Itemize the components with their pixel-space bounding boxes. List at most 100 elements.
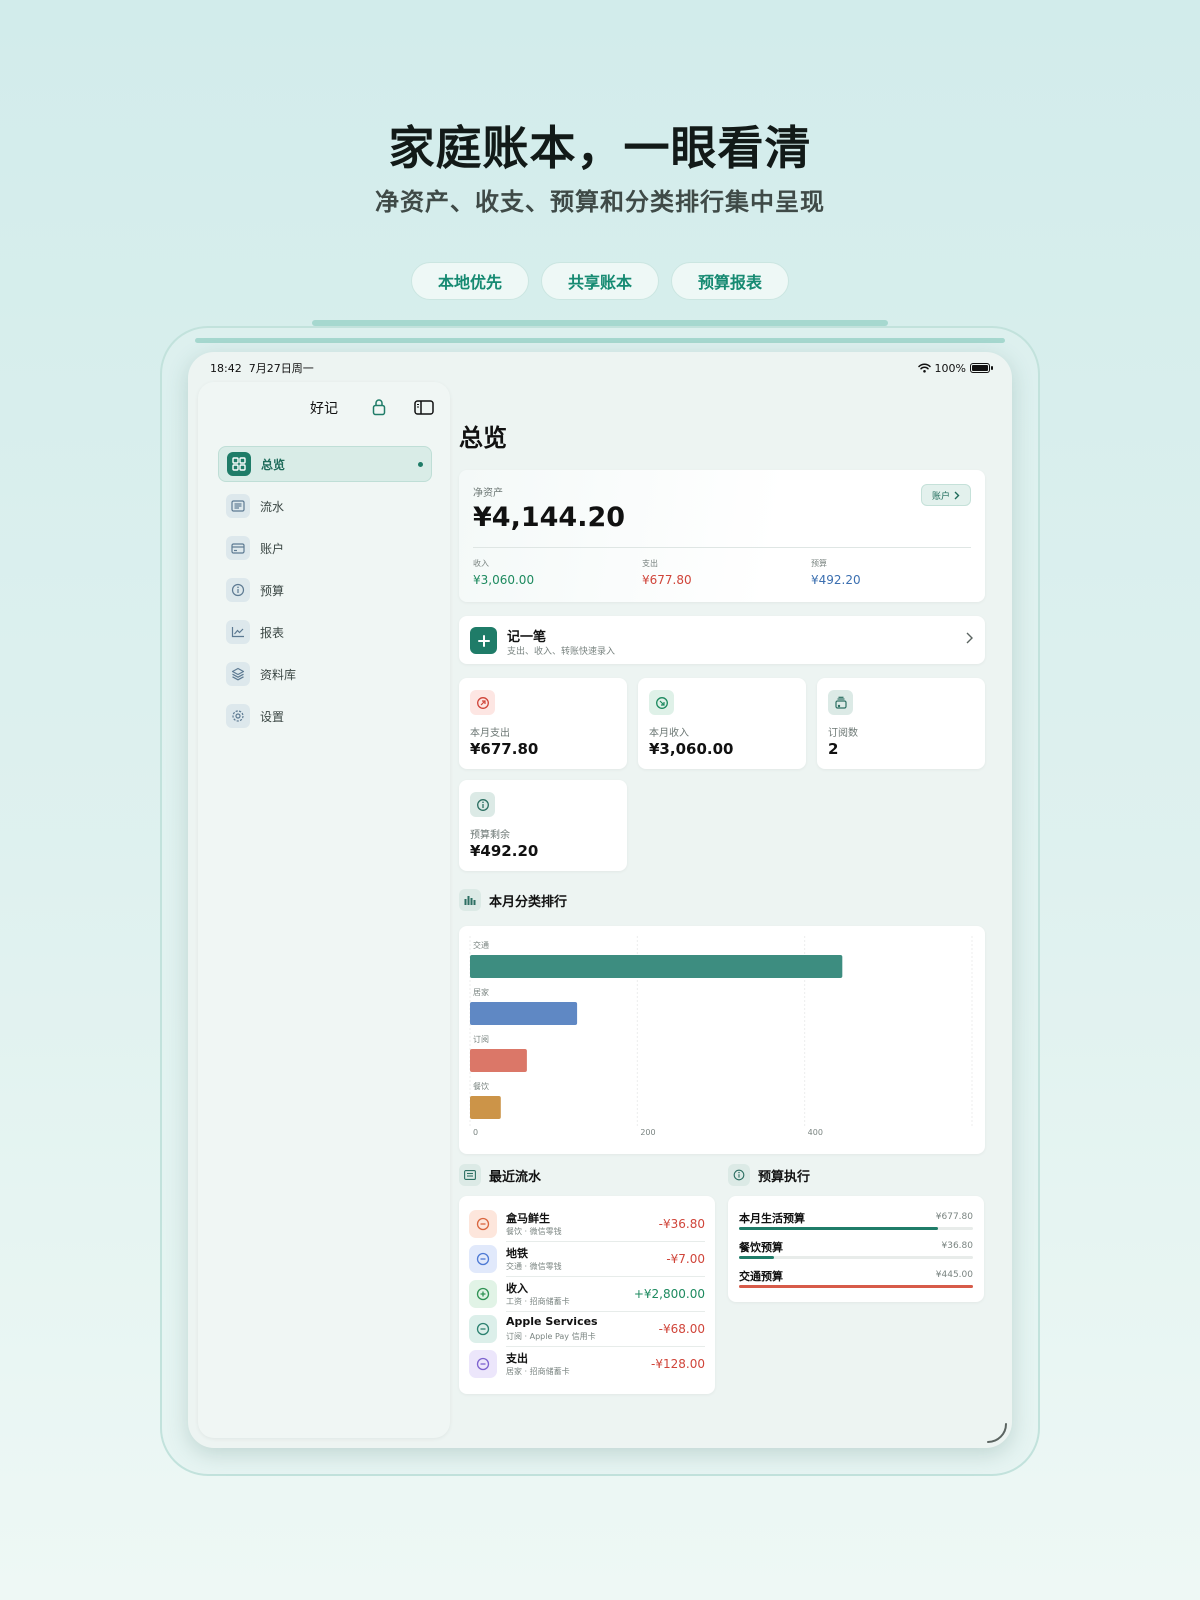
stat-card-subscriptions[interactable]: 订阅数 2 <box>817 678 985 769</box>
sidebar: 好记 总览 流水 账户 预算 报表 资料库 设置 <box>198 382 450 1438</box>
battery-icon <box>970 363 993 373</box>
minus-circle-icon <box>469 1245 497 1273</box>
sidebar-item-overview[interactable]: 总览 <box>218 446 432 482</box>
transaction-row[interactable]: Apple Services 订阅 · Apple Pay 信用卡 -¥68.0… <box>469 1313 705 1347</box>
page-title: 总览 <box>459 424 507 452</box>
list-icon <box>459 1164 481 1186</box>
stat-card-month-expense[interactable]: 本月支出 ¥677.80 <box>459 678 627 769</box>
sidebar-item-settings[interactable]: 设置 <box>218 698 432 734</box>
expense-value: ¥677.80 <box>642 573 692 587</box>
budget-value: ¥492.20 <box>811 573 861 587</box>
sidebar-item-accounts[interactable]: 账户 <box>218 530 432 566</box>
stat-value: ¥677.80 <box>470 740 539 758</box>
budget-progress-fill <box>739 1285 973 1288</box>
x-tick-label: 0 <box>473 1128 478 1137</box>
accounts-button[interactable]: 账户 <box>921 484 971 506</box>
transaction-row[interactable]: 收入 工资 · 招商储蓄卡 +¥2,800.00 <box>469 1278 705 1312</box>
recent-title: 最近流水 <box>489 1169 542 1185</box>
quick-entry-button[interactable]: 记一笔 支出、收入、转账快速录入 <box>459 616 985 664</box>
gauge-icon <box>470 792 495 817</box>
transaction-title: 支出 <box>506 1352 528 1365</box>
status-date: 7月27日周一 <box>248 362 314 375</box>
budget-progress-track <box>739 1256 973 1259</box>
battery-percent: 100% <box>934 361 966 375</box>
sidebar-item-reports[interactable]: 报表 <box>218 614 432 650</box>
sidebar-item-transactions[interactable]: 流水 <box>218 488 432 524</box>
tablet-screen: 18:42 7月27日周一 100% 好记 总览 流水 账户 预算 报表 资料库… <box>188 352 1012 1448</box>
pill-local-first: 本地优先 <box>411 262 529 300</box>
transaction-meta: 交通 · 微信零钱 <box>506 1262 562 1271</box>
stat-value: ¥3,060.00 <box>649 740 734 758</box>
divider <box>506 1241 705 1242</box>
status-time: 18:42 <box>210 362 242 375</box>
resize-corner-icon[interactable] <box>986 1422 1008 1444</box>
budget-row[interactable]: 交通预算 ¥445.00 <box>739 1268 973 1294</box>
grid-icon <box>227 452 251 476</box>
wifi-icon <box>917 363 931 373</box>
transaction-meta: 订阅 · Apple Pay 信用卡 <box>506 1332 596 1341</box>
quick-entry-subtitle: 支出、收入、转账快速录入 <box>507 647 616 657</box>
budget-name: 餐饮预算 <box>739 1241 783 1254</box>
expense-summary: 支出 ¥677.80 <box>642 558 692 587</box>
app-name: 好记 <box>310 401 338 417</box>
stat-value: ¥492.20 <box>470 842 539 860</box>
budget-row[interactable]: 本月生活预算 ¥677.80 <box>739 1210 973 1236</box>
income-label: 收入 <box>473 559 489 568</box>
ranking-section-header: 本月分类排行 <box>459 889 567 911</box>
transaction-row[interactable]: 支出 居家 · 招商储蓄卡 -¥128.00 <box>469 1348 705 1382</box>
quick-entry-title: 记一笔 <box>507 630 547 645</box>
sidebar-item-label: 总览 <box>261 457 286 472</box>
pill-shared-ledger: 共享账本 <box>541 262 659 300</box>
x-tick-label: 400 <box>808 1128 823 1137</box>
budget-label: 预算 <box>811 559 827 568</box>
sidebar-item-library[interactable]: 资料库 <box>218 656 432 692</box>
category-label: 交通 <box>473 940 489 950</box>
line-chart-icon <box>226 620 250 644</box>
sidebar-nav: 总览 流水 账户 预算 报表 资料库 设置 <box>218 446 432 740</box>
transaction-row[interactable]: 地铁 交通 · 微信零钱 -¥7.00 <box>469 1243 705 1277</box>
bar-餐饮[interactable] <box>470 1096 501 1119</box>
budget-row[interactable]: 餐饮预算 ¥36.80 <box>739 1239 973 1265</box>
sidebar-item-budget[interactable]: 预算 <box>218 572 432 608</box>
gauge-icon <box>226 578 250 602</box>
pill-budget-report: 预算报表 <box>671 262 789 300</box>
transaction-row[interactable]: 盒马鲜生 餐饮 · 微信零钱 -¥36.80 <box>469 1208 705 1242</box>
hero-subtitle: 净资产、收支、预算和分类排行集中呈现 <box>375 188 825 216</box>
budget-amount: ¥36.80 <box>941 1241 974 1251</box>
budget-progress-fill <box>739 1227 938 1230</box>
budget-progress-track <box>739 1285 973 1288</box>
sidebar-item-label: 账户 <box>260 541 285 556</box>
category-label: 订阅 <box>473 1034 489 1044</box>
income-summary: 收入 ¥3,060.00 <box>473 558 534 587</box>
net-worth-value: ¥4,144.20 <box>473 502 626 533</box>
stat-card-budget-remaining[interactable]: 预算剩余 ¥492.20 <box>459 780 627 871</box>
plus-icon <box>470 627 497 654</box>
lock-icon[interactable] <box>372 398 386 416</box>
category-label: 居家 <box>473 987 489 997</box>
ranking-title: 本月分类排行 <box>489 894 568 910</box>
income-value: ¥3,060.00 <box>473 573 535 587</box>
category-ranking-chart: 交通 居家 订阅 餐饮 0 200 400 <box>459 926 985 1154</box>
bar-交通[interactable] <box>470 955 843 978</box>
minus-circle-icon <box>469 1210 497 1238</box>
transaction-title: Apple Services <box>506 1315 598 1328</box>
stat-label: 订阅数 <box>828 728 858 739</box>
transaction-amount: -¥7.00 <box>666 1252 705 1266</box>
active-indicator <box>418 462 423 467</box>
hero-title: 家庭账本，一眼看清 <box>388 121 812 175</box>
gear-icon <box>226 704 250 728</box>
recent-transactions-list: 盒马鲜生 餐饮 · 微信零钱 -¥36.80 地铁 交通 · 微信零钱 -¥7.… <box>459 1196 715 1394</box>
budget-title: 预算执行 <box>758 1169 811 1185</box>
budget-summary: 预算 ¥492.20 <box>811 558 861 587</box>
bar-订阅[interactable] <box>470 1049 527 1072</box>
budget-name: 交通预算 <box>739 1270 783 1283</box>
gauge-icon <box>728 1164 750 1186</box>
stat-card-month-income[interactable]: 本月收入 ¥3,060.00 <box>638 678 806 769</box>
transaction-meta: 工资 · 招商储蓄卡 <box>506 1297 570 1306</box>
transaction-title: 地铁 <box>506 1247 528 1260</box>
stat-label: 预算剩余 <box>470 830 510 841</box>
bar-居家[interactable] <box>470 1002 578 1025</box>
status-bar: 18:42 7月27日周一 100% <box>210 360 993 376</box>
transaction-amount: +¥2,800.00 <box>633 1287 705 1301</box>
sidebar-toggle-icon[interactable] <box>414 400 434 415</box>
